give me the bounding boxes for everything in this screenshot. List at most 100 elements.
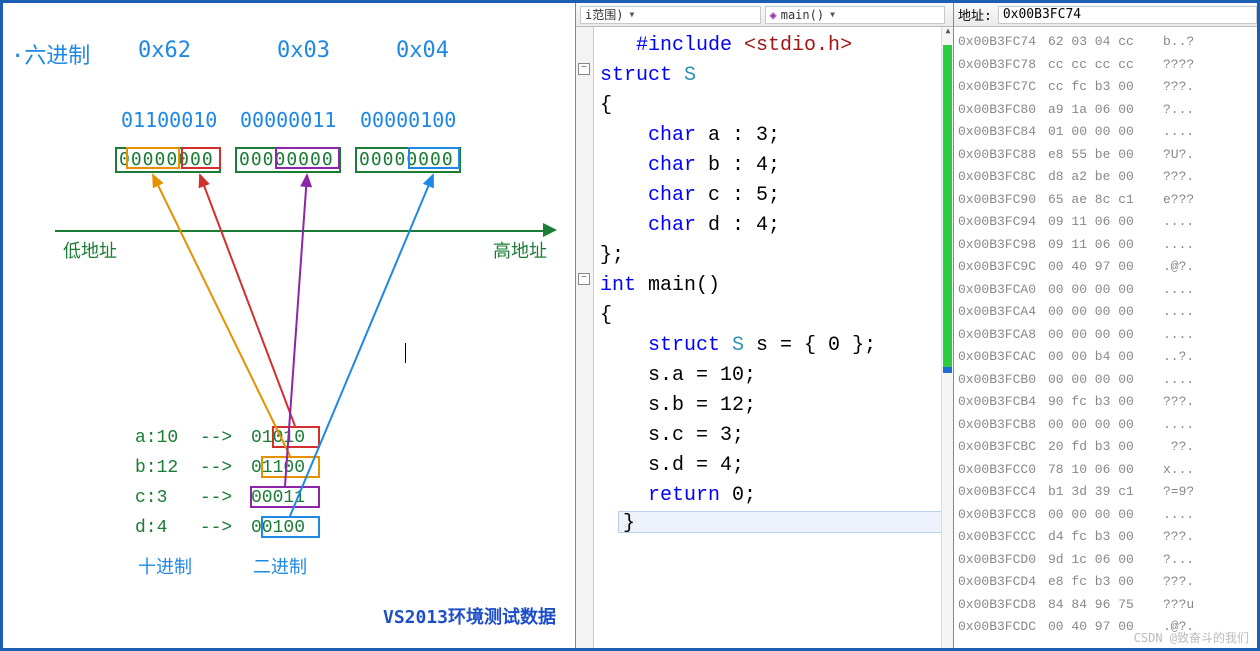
memory-row: 0x00B3FC8401 00 00 00.... — [958, 121, 1253, 144]
axis-low-label: 低地址 — [63, 237, 117, 263]
scope-dropdown-label: i范围) — [585, 6, 623, 23]
memory-row: 0x00B3FCA400 00 00 00.... — [958, 301, 1253, 324]
fold-toggle[interactable]: − — [578, 63, 590, 75]
axis-high-label: 高地址 — [493, 237, 547, 263]
memory-row: 0x00B3FCD09d 1c 06 00?... — [958, 549, 1253, 572]
code-line: char c : 5; — [596, 181, 953, 211]
code-line: s.d = 4; — [596, 451, 953, 481]
code-line: int main() — [596, 271, 953, 301]
memory-row: 0x00B3FCD4e8 fc b3 00???. — [958, 571, 1253, 594]
bin-b-box — [261, 456, 320, 478]
code-line: struct S — [596, 61, 953, 91]
arrow-c-icon: --> — [200, 488, 232, 508]
memory-row: 0x00B3FC8Cd8 a2 be 00???. — [958, 166, 1253, 189]
memory-row: 0x00B3FCC078 10 06 00x... — [958, 459, 1253, 482]
memory-row: 0x00B3FCB490 fc b3 00???. — [958, 391, 1253, 414]
byte0-field-a-box — [181, 147, 221, 169]
code-line: #include <stdio.h> — [596, 31, 953, 61]
code-line: }; — [596, 241, 953, 271]
memory-row: 0x00B3FCC4b1 3d 39 c1?=9? — [958, 481, 1253, 504]
address-label: 地址: — [958, 5, 992, 24]
cube-icon: ◈ — [770, 8, 777, 22]
memory-row: 0x00B3FCAC00 00 b4 00..?. — [958, 346, 1253, 369]
current-line-marker — [943, 367, 952, 373]
code-line: char d : 4; — [596, 211, 953, 241]
code-line: char a : 3; — [596, 121, 953, 151]
caption: VS2013环境测试数据 — [383, 603, 556, 629]
memory-address-bar: 地址: 0x00B3FC74 — [954, 3, 1257, 27]
byte0-field-b-box — [126, 147, 180, 169]
address-axis — [55, 230, 545, 232]
text-caret-icon — [405, 343, 406, 363]
code-line: { — [596, 301, 953, 331]
overview-ruler[interactable]: ▲ — [941, 27, 953, 648]
hex-byte-0: 0x62 — [138, 38, 191, 63]
hex-label: ·六进制 — [11, 38, 90, 70]
outline-gutter: −− — [576, 27, 594, 648]
fold-toggle[interactable]: − — [578, 273, 590, 285]
memory-row: 0x00B3FCB000 00 00 00.... — [958, 369, 1253, 392]
hex-byte-2: 0x04 — [396, 38, 449, 63]
composite-figure: ·六进制 0x62 0x03 0x04 01100010 00000011 00… — [0, 0, 1260, 651]
var-c: c:3 — [135, 488, 167, 508]
arrow-d-icon: --> — [200, 518, 232, 538]
bin-c-box — [250, 486, 320, 508]
chevron-up-down-icon: ▲ — [943, 27, 953, 37]
arrow-a-icon: --> — [200, 428, 232, 448]
memory-row: 0x00B3FC78cc cc cc cc???? — [958, 54, 1253, 77]
code-toolbar: i范围) ▼ ◈ main() ▼ — [576, 3, 953, 27]
diagram-panel: ·六进制 0x62 0x03 0x04 01100010 00000011 00… — [3, 3, 575, 648]
scope-dropdown[interactable]: i范围) ▼ — [580, 6, 761, 24]
memory-row: 0x00B3FCB800 00 00 00.... — [958, 414, 1253, 437]
code-panel: i范围)▼ ◈ main()▼ −− #include <stdio.h>str… — [575, 3, 953, 648]
code-line: s.c = 3; — [596, 421, 953, 451]
memory-row: 0x00B3FCA000 00 00 00.... — [958, 279, 1253, 302]
memory-row: 0x00B3FCA800 00 00 00.... — [958, 324, 1253, 347]
function-dropdown-label: main() — [781, 8, 824, 22]
memory-row: 0x00B3FC7Ccc fc b3 00???. — [958, 76, 1253, 99]
code-line: char b : 4; — [596, 151, 953, 181]
memory-row: 0x00B3FC9C00 40 97 00.@?. — [958, 256, 1253, 279]
code-editor[interactable]: −− #include <stdio.h>struct S{ char a : … — [576, 27, 953, 648]
address-axis-arrow-icon — [543, 223, 557, 237]
watermark: CSDN @致奋斗的我们 — [1134, 629, 1249, 646]
memory-row: 0x00B3FCBC20 fd b3 00 ??. — [958, 436, 1253, 459]
arrow-b — [153, 175, 290, 456]
var-d: d:4 — [135, 518, 167, 538]
chevron-down-icon: ▼ — [830, 10, 835, 19]
bin-byte-0: 01100010 — [121, 108, 217, 132]
selection-highlight: } — [618, 511, 945, 533]
bin-byte-1: 00000011 — [240, 108, 336, 132]
memory-panel: 地址: 0x00B3FC74 0x00B3FC7462 03 04 ccb..?… — [953, 3, 1257, 648]
bin-byte-2: 00000100 — [360, 108, 456, 132]
var-b: b:12 — [135, 458, 178, 478]
memory-row: 0x00B3FCCCd4 fc b3 00???. — [958, 526, 1253, 549]
arrow-a — [200, 175, 295, 426]
memory-row: 0x00B3FCC800 00 00 00.... — [958, 504, 1253, 527]
function-dropdown[interactable]: ◈ main() ▼ — [765, 6, 946, 24]
memory-row: 0x00B3FC9809 11 06 00.... — [958, 234, 1253, 257]
memory-row: 0x00B3FCD884 84 96 75???u — [958, 594, 1253, 617]
address-input[interactable]: 0x00B3FC74 — [998, 6, 1257, 24]
dec-col-label: 十进制 — [138, 553, 192, 579]
code-line: struct S s = { 0 }; — [596, 331, 953, 361]
memory-row: 0x00B3FC9409 11 06 00.... — [958, 211, 1253, 234]
byte1-field-c-box — [275, 147, 340, 169]
memory-rows[interactable]: 0x00B3FC7462 03 04 ccb..?0x00B3FC78cc cc… — [954, 27, 1257, 648]
arrow-b-icon: --> — [200, 458, 232, 478]
var-a: a:10 — [135, 428, 178, 448]
hex-byte-1: 0x03 — [277, 38, 330, 63]
bin-col-label: 二进制 — [253, 553, 307, 579]
code-line: s.b = 12; — [596, 391, 953, 421]
code-line: s.a = 10; — [596, 361, 953, 391]
memory-row: 0x00B3FC88e8 55 be 00?U?. — [958, 144, 1253, 167]
chevron-down-icon: ▼ — [629, 10, 634, 19]
code-line: { — [596, 91, 953, 121]
code-body: #include <stdio.h>struct S{ char a : 3; … — [594, 27, 953, 648]
memory-row: 0x00B3FC80a9 1a 06 00?... — [958, 99, 1253, 122]
bin-d-box — [261, 516, 320, 538]
byte2-field-d-box — [408, 147, 460, 169]
memory-row: 0x00B3FC7462 03 04 ccb..? — [958, 31, 1253, 54]
memory-row: 0x00B3FC9065 ae 8c c1e??? — [958, 189, 1253, 212]
code-line: return 0; — [596, 481, 953, 511]
